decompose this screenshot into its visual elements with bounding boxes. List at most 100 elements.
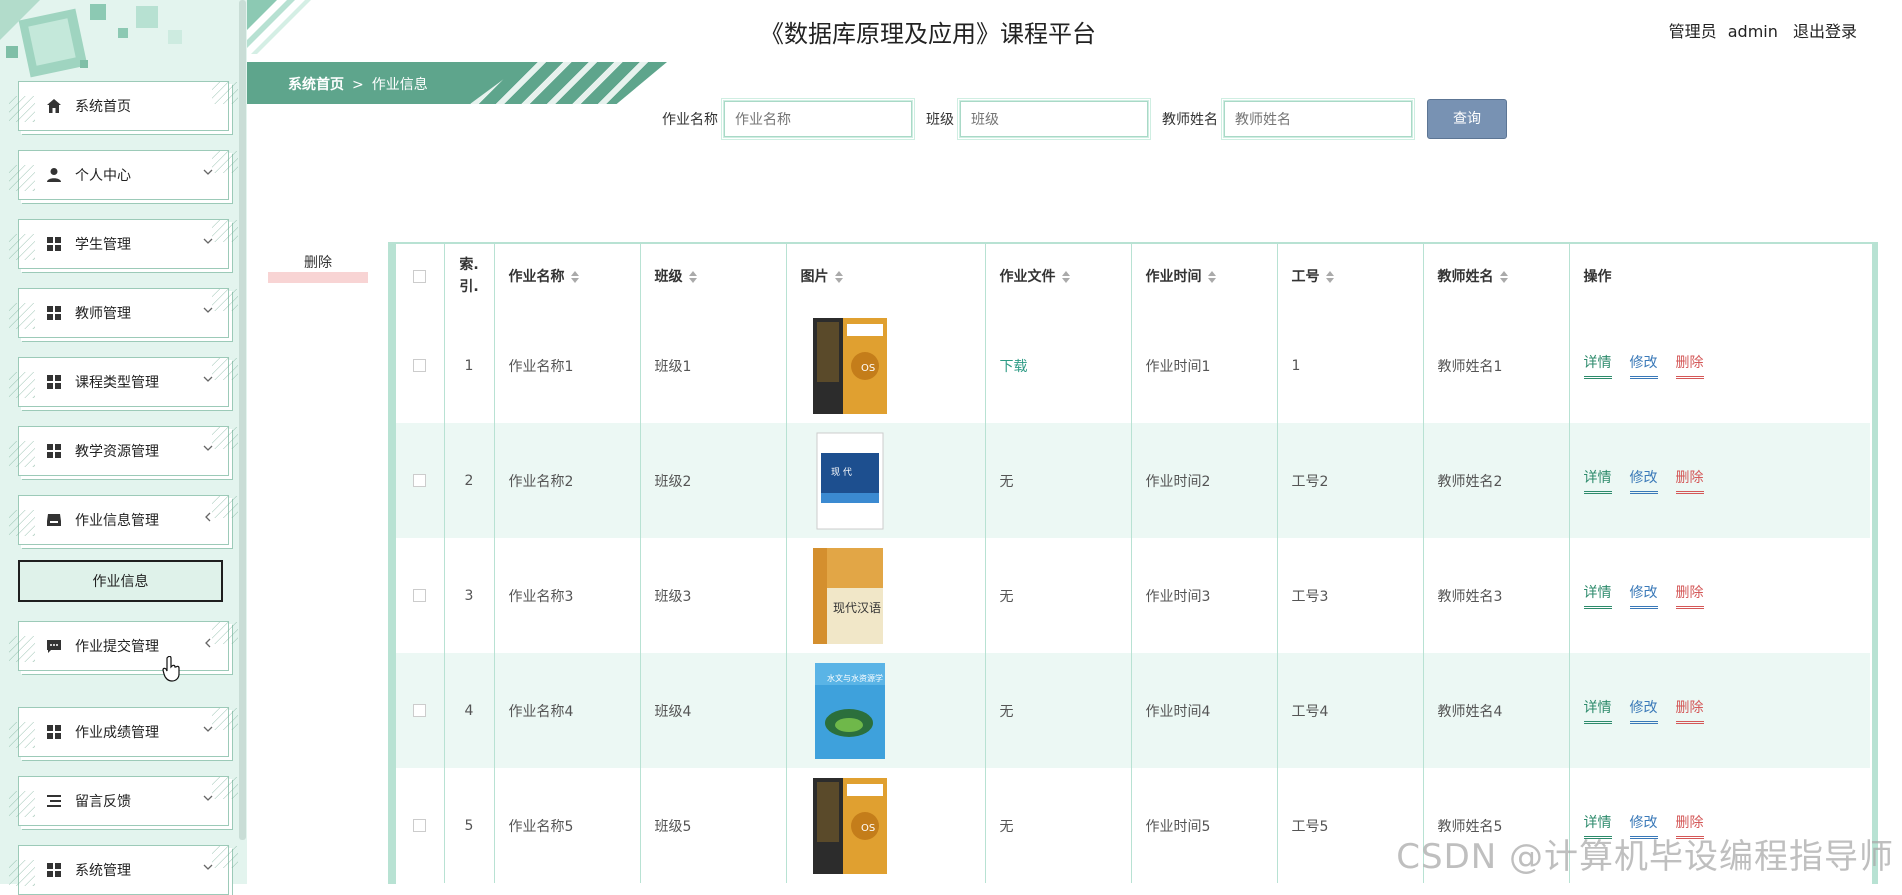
teacher-name-input[interactable] (1221, 98, 1415, 140)
sidebar-scrollbar[interactable] (239, 0, 246, 840)
chevron-left-icon (205, 638, 211, 648)
user-area: 管理员 admin 退出登录 (1669, 18, 1857, 42)
grid-icon (45, 304, 63, 322)
sidebar-item-course-types[interactable]: 课程类型管理 (9, 357, 238, 407)
grid-icon (45, 373, 63, 391)
cell-actions: 详情 修改 删除 (1569, 538, 1870, 653)
user-icon (45, 166, 63, 184)
sidebar-item-students[interactable]: 学生管理 (9, 219, 238, 269)
edit-link[interactable]: 修改 (1629, 582, 1658, 609)
col-label: 操作 (1583, 269, 1612, 285)
sidebar-item-teaching-resources[interactable]: 教学资源管理 (9, 426, 238, 476)
cell-homework-name: 作业名称2 (494, 423, 641, 538)
cell-homework-file: 无 (985, 538, 1132, 653)
cell-index: 5 (444, 768, 495, 883)
cell-image: OS (786, 308, 986, 423)
row-checkbox[interactable] (413, 474, 427, 487)
cell-teacher-name: 教师姓名3 (1423, 538, 1570, 653)
sidebar-item-label: 个人中心 (75, 168, 131, 184)
col-homework-time[interactable]: 作业时间 (1131, 244, 1278, 308)
class-input[interactable] (957, 98, 1151, 140)
detail-link[interactable]: 详情 (1583, 467, 1612, 494)
col-class[interactable]: 班级 (640, 244, 787, 308)
sidebar-item-label: 系统管理 (75, 863, 131, 879)
book-cover-beige[interactable]: 现代汉语 (801, 546, 899, 646)
cell-index: 2 (444, 423, 495, 538)
edit-link[interactable]: 修改 (1629, 467, 1658, 494)
sidebar-item-feedback[interactable]: 留言反馈 (9, 776, 238, 826)
cell-homework-name: 作业名称4 (494, 653, 641, 768)
detail-link[interactable]: 详情 (1583, 697, 1612, 724)
homework-file-value: 无 (999, 588, 1014, 605)
book-cover-dark-gold[interactable]: OS (801, 776, 899, 876)
table-row: 2 作业名称2 班级2 现 代无作业时间2 工号2 教师姓名2 详情 修改 删除 (396, 423, 1870, 538)
sort-icon (1207, 271, 1216, 283)
sidebar-item-homework-grades[interactable]: 作业成绩管理 (9, 707, 238, 757)
book-cover-sky[interactable]: 水文与水资源学 (801, 661, 899, 761)
delete-link[interactable]: 删除 (1675, 467, 1704, 494)
select-all-checkbox[interactable] (413, 269, 427, 283)
cell-class: 班级1 (640, 308, 787, 423)
homework-file-value: 无 (999, 703, 1014, 720)
detail-link[interactable]: 详情 (1583, 582, 1612, 609)
sidebar-item-teachers[interactable]: 教师管理 (9, 288, 238, 338)
sidebar-subitem-homework-info[interactable]: 作业信息 (18, 560, 223, 602)
breadcrumb-home[interactable]: 系统首页 (288, 77, 344, 93)
sidebar-item-system[interactable]: 系统管理 (9, 845, 238, 895)
row-checkbox[interactable] (413, 819, 427, 832)
edit-link[interactable]: 修改 (1629, 352, 1658, 379)
book-cover-blue[interactable]: 现 代 (801, 431, 899, 531)
cell-index: 1 (444, 308, 495, 423)
batch-delete-button[interactable]: 删除 (268, 253, 368, 283)
row-checkbox-cell (396, 768, 445, 883)
cell-staff-id: 工号2 (1277, 423, 1424, 538)
sidebar-item-label: 作业信息管理 (75, 513, 159, 529)
edit-link[interactable]: 修改 (1629, 697, 1658, 724)
delete-link[interactable]: 删除 (1675, 697, 1704, 724)
col-index: 索. 引. (444, 244, 495, 308)
row-checkbox[interactable] (413, 589, 427, 602)
col-label: 作业时间 (1145, 269, 1202, 285)
col-homework-name[interactable]: 作业名称 (494, 244, 641, 308)
search-button[interactable]: 查询 (1427, 99, 1507, 139)
book-cover-dark-gold[interactable]: OS (801, 316, 899, 416)
sidebar-item-homework-submission[interactable]: 作业提交管理 (9, 621, 238, 671)
col-teacher-name[interactable]: 教师姓名 (1423, 244, 1570, 308)
home-icon (45, 97, 63, 115)
sidebar-item-personal-center[interactable]: 个人中心 (9, 150, 238, 200)
cell-homework-name: 作业名称1 (494, 308, 641, 423)
search-label: 教师姓名 (1162, 112, 1218, 128)
sidebar-item-homework-info[interactable]: 作业信息管理 (9, 495, 238, 545)
cell-index: 3 (444, 538, 495, 653)
homework-name-input[interactable] (721, 98, 915, 140)
col-staff-id[interactable]: 工号 (1277, 244, 1424, 308)
app-title: 《数据库原理及应用》课程平台 (760, 20, 1096, 48)
watermark: CSDN @计算机毕设编程指导师 (1396, 837, 1894, 877)
homework-file-value[interactable]: 下载 (1000, 359, 1028, 375)
search-homework-name: 作业名称 (662, 98, 915, 140)
row-checkbox[interactable] (413, 704, 427, 717)
cell-image: 现代汉语 (786, 538, 986, 653)
col-homework-file[interactable]: 作业文件 (985, 244, 1132, 308)
svg-text:OS: OS (861, 363, 875, 374)
logout-link[interactable]: 退出登录 (1793, 22, 1857, 41)
col-index-line2: 引. (459, 279, 479, 295)
cell-homework-name: 作业名称5 (494, 768, 641, 883)
svg-text:现代汉语: 现代汉语 (833, 601, 881, 615)
chevron-left-icon (205, 512, 211, 522)
row-checkbox-cell (396, 538, 445, 653)
table-header-row: 索. 引. 作业名称 班级 图片 作业文件 作业时间 工号 教师姓名 操作 (396, 244, 1870, 308)
delete-link[interactable]: 删除 (1675, 352, 1704, 379)
sidebar-item-home[interactable]: 系统首页 (9, 81, 238, 131)
search-label: 作业名称 (662, 112, 718, 128)
cell-image: OS (786, 768, 986, 883)
delete-link[interactable]: 删除 (1675, 582, 1704, 609)
col-index-line1: 索. (459, 257, 479, 273)
table-row: 4 作业名称4 班级4 水文与水资源学无作业时间4 工号4 教师姓名4 详情 修改 删除 (396, 653, 1870, 768)
cell-homework-time: 作业时间3 (1131, 538, 1278, 653)
sort-icon (1061, 271, 1070, 283)
grid-icon (45, 235, 63, 253)
row-checkbox[interactable] (413, 359, 427, 372)
detail-link[interactable]: 详情 (1583, 352, 1612, 379)
col-image[interactable]: 图片 (786, 244, 986, 308)
